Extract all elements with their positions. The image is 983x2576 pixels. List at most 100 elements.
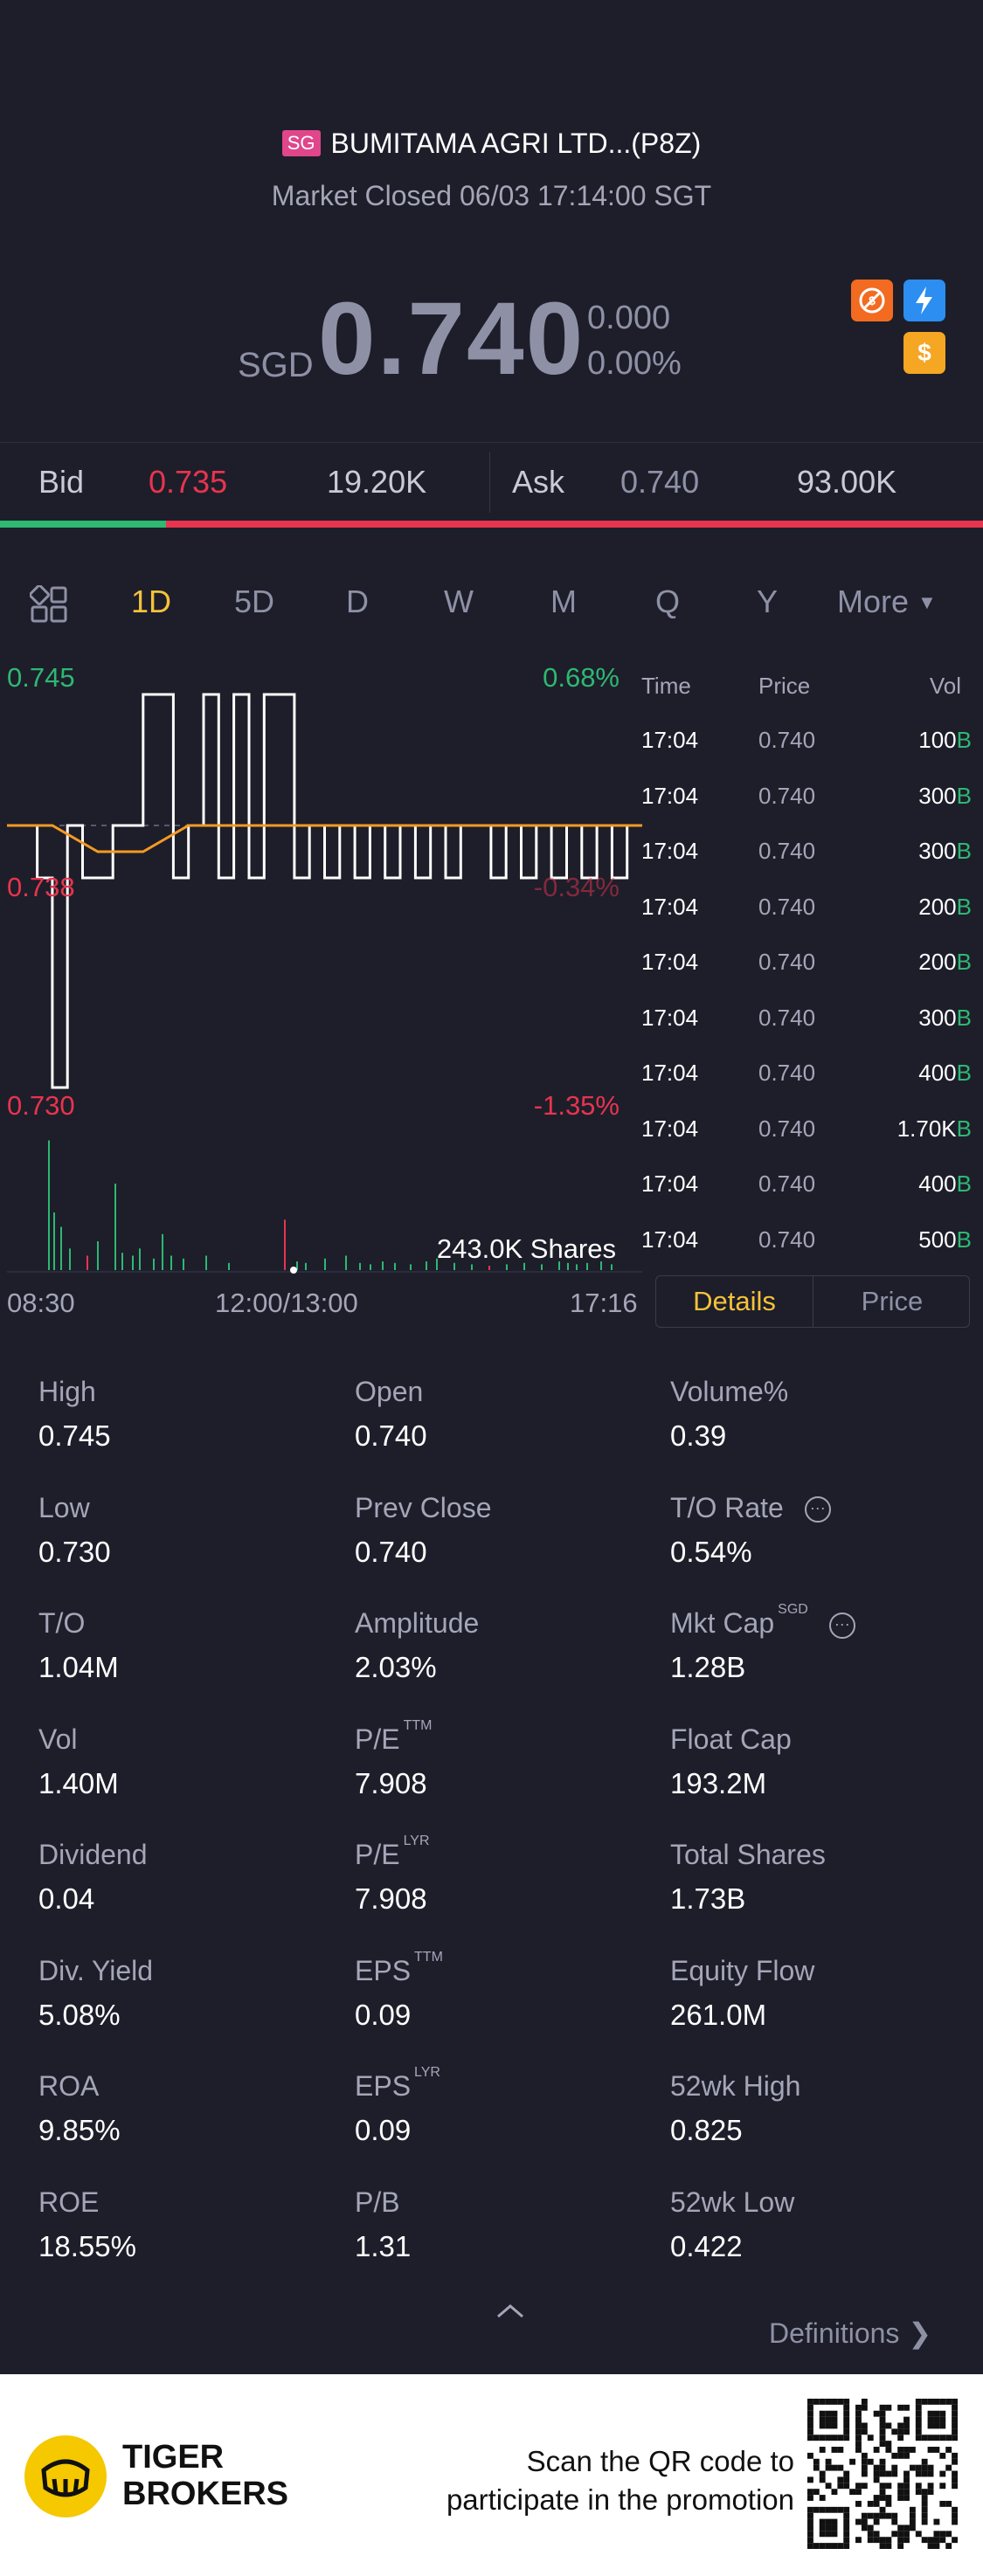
qr-module [861,2518,868,2525]
qr-module [831,2434,838,2441]
qr-module [879,2410,886,2417]
tick-side: B [956,893,972,920]
tick-volume: 300B [918,838,972,865]
dollar-icon[interactable]: $ [903,332,945,374]
qr-module [879,2441,886,2448]
qr-module [831,2506,838,2513]
qr-module [952,2476,958,2483]
qr-module [825,2399,832,2405]
qr-module [867,2500,874,2507]
stat-item: Mkt Cap SGD ··· 1.28B [670,1602,967,1684]
qr-module [813,2506,820,2513]
qr-module [885,2483,892,2490]
definitions-link[interactable]: Definitions ❯ [769,2317,931,2350]
stat-item: Vol 1.40M [38,1723,336,1800]
tick-vol-value: 300 [918,782,957,809]
qr-module [873,2476,880,2483]
qr-module [939,2416,946,2423]
more-info-icon[interactable]: ··· [828,1612,855,1639]
qr-module [915,2464,922,2471]
stock-title[interactable]: SG BUMITAMA AGRI LTD...(P8Z) [0,128,983,160]
qr-module [807,2489,813,2496]
stat-label: High [38,1376,336,1414]
change-value: 0.000 [587,300,671,336]
qr-module [885,2537,892,2544]
qr-module [903,2476,910,2483]
lightning-icon[interactable] [903,280,945,321]
y-high-pct-label: 0.68% [543,662,620,693]
qr-module [819,2434,826,2441]
qr-module [855,2404,862,2411]
stat-label-text: P/E [355,1723,400,1755]
tick-side: B [956,727,972,753]
qr-module [843,2399,850,2405]
qr-module [897,2422,904,2429]
qr-module [903,2404,910,2411]
tab-1d[interactable]: 1D [131,584,171,620]
qr-module [831,2489,838,2496]
orderbook-divider [489,452,490,513]
tick-side: B [956,782,972,809]
more-tab[interactable]: More ▼ [837,584,937,620]
no-short-icon[interactable]: $ [851,280,893,321]
qr-module [813,2543,820,2549]
tab-y[interactable]: Y [757,584,778,620]
tab-m[interactable]: M [550,584,577,620]
stat-value: 193.2M [670,1766,767,1799]
qr-module [903,2489,910,2496]
stat-item: High 0.745 [38,1376,336,1453]
x-label-mid: 12:00/13:00 [215,1288,358,1318]
qr-module [952,2410,958,2417]
qr-module [813,2434,820,2441]
qr-module [819,2470,826,2477]
tick-volume: 200B [918,894,972,921]
orderbook-bar[interactable]: Bid 0.735 19.20K Ask 0.740 93.00K [0,442,983,526]
qr-module [837,2483,844,2490]
stat-label-text: Prev Close [355,1491,492,1523]
tab-5d[interactable]: 5D [234,584,274,620]
qr-module [843,2518,850,2525]
qr-module [843,2410,850,2417]
stat-superscript: TTM [403,1717,433,1733]
intraday-chart[interactable]: 0.745 0.68% 0.738 -0.34% 0.730 -1.35% 24… [0,646,642,1275]
stat-item: 52wk High 0.825 [670,2070,967,2147]
stat-label: Div. Yield [38,1955,336,1993]
qr-module [933,2447,940,2453]
qr-module [952,2506,958,2513]
definitions-label: Definitions [769,2317,900,2349]
qr-module [952,2434,958,2441]
collapse-chevron-icon[interactable] [495,2301,526,2324]
qr-module [945,2434,952,2441]
qr-module [825,2543,832,2549]
promo-line-1: Scan the QR code to [526,2445,794,2477]
qr-module [867,2458,874,2465]
qr-module [952,2428,958,2435]
stat-label: EPS TTM [355,1950,652,1993]
price-tab[interactable]: Price [813,1276,971,1327]
more-info-icon[interactable]: ··· [804,1496,831,1523]
tick-time: 17:04 [641,1115,699,1142]
tab-d[interactable]: D [346,584,369,620]
qr-module [927,2447,934,2453]
stat-value: 7.908 [355,1766,427,1799]
qr-module [915,2410,922,2417]
chart-layout-icon[interactable] [29,584,68,628]
qr-module [819,2422,826,2429]
stat-label: Dividend [38,1839,336,1877]
stat-label-text: ROE [38,2186,100,2218]
details-tab[interactable]: Details [656,1276,813,1327]
tick-side: B [956,949,972,975]
tab-w[interactable]: W [444,584,474,620]
tick-side: B [956,1171,972,1197]
qr-module [855,2500,862,2507]
stat-label-text: Float Cap [670,1723,792,1755]
qr-code [807,2399,958,2549]
tab-q[interactable]: Q [655,584,680,620]
qr-module [885,2422,892,2429]
promo-footer[interactable]: TIGER BROKERS Scan the QR code to partic… [0,2374,983,2576]
qr-module [879,2470,886,2477]
qr-module [813,2489,820,2496]
tick-side: B [956,1060,972,1086]
qr-module [879,2483,886,2490]
tick-time: 17:04 [641,838,699,864]
